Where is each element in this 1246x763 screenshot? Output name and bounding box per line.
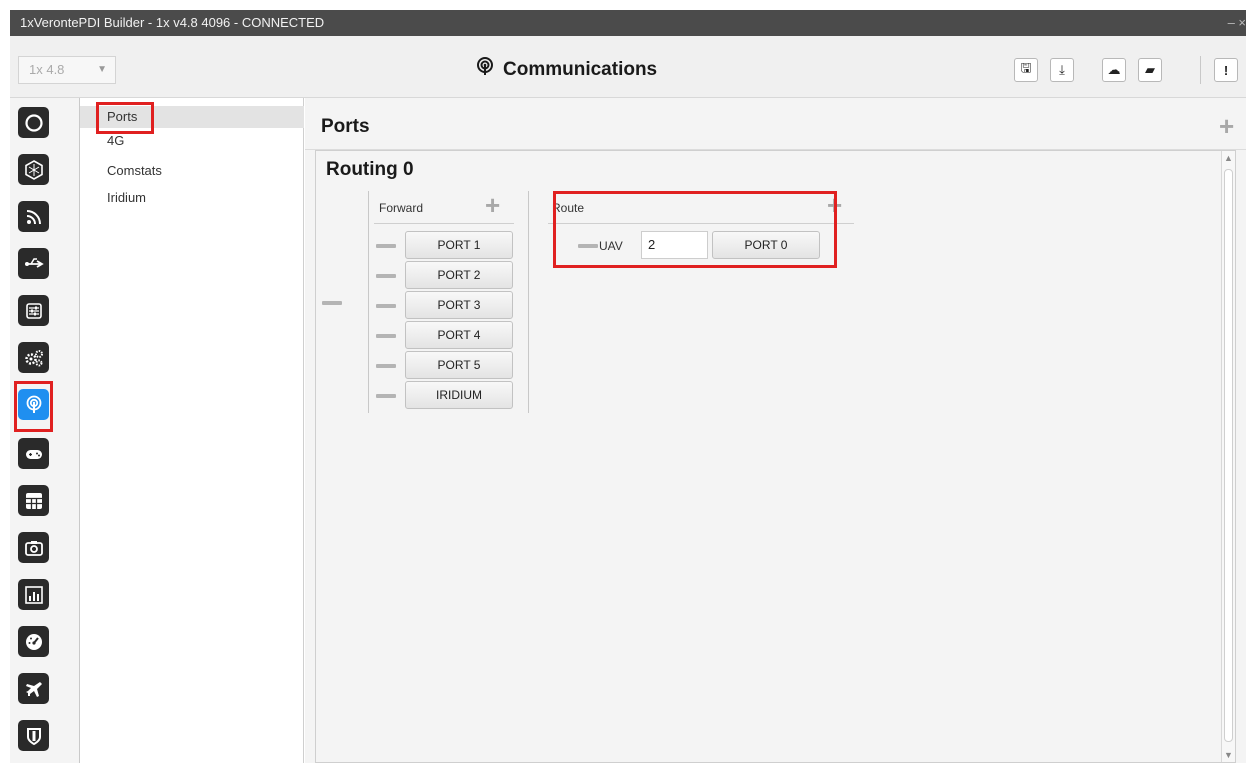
routing-divider — [368, 191, 369, 413]
sidebar-item-chart[interactable] — [18, 579, 49, 610]
sidebar-item-airplane[interactable] — [18, 673, 49, 704]
forward-port-button[interactable]: IRIDIUM — [405, 381, 513, 409]
forward-header-line — [374, 223, 514, 224]
remove-forward-button[interactable] — [376, 364, 396, 368]
download-icon: ⤓ — [1059, 62, 1065, 77]
status-icon — [24, 113, 43, 132]
forward-port-button[interactable]: PORT 5 — [405, 351, 513, 379]
submenu-item-comstats[interactable]: Comstats — [80, 160, 304, 182]
submenu: Ports 4G Comstats Iridium — [80, 98, 304, 763]
forward-port-button[interactable]: PORT 2 — [405, 261, 513, 289]
submenu-item-label: Comstats — [107, 163, 162, 178]
sidebar-item-rss[interactable] — [18, 201, 49, 232]
alert-icon: ! — [1223, 62, 1229, 78]
window-title: 1xVerontePDI Builder - 1x v4.8 4096 - CO… — [20, 15, 325, 30]
window-titlebar: 1xVerontePDI Builder - 1x v4.8 4096 - CO… — [10, 10, 1246, 36]
chart-icon — [24, 585, 43, 604]
chevron-down-icon: ▼ — [97, 64, 107, 75]
scrollbar-thumb[interactable] — [1224, 169, 1233, 742]
hexagon-icon — [24, 159, 43, 180]
gamepad-icon — [25, 449, 42, 459]
sliders-icon — [25, 302, 42, 319]
sidebar-item-shield[interactable] — [18, 720, 49, 751]
vertical-scrollbar[interactable]: ▲ ▼ — [1221, 151, 1235, 762]
toolbar: 1x 4.8 ▼ Communications 🖫 ⤓ ☁ ▰ ! — [10, 36, 1246, 98]
remove-forward-button[interactable] — [376, 334, 396, 338]
add-forward-button[interactable]: + — [485, 192, 500, 218]
cloud-button[interactable]: ☁ — [1102, 58, 1126, 82]
forward-label: Forward — [379, 201, 424, 215]
sidebar-item-camera[interactable] — [18, 532, 49, 563]
antenna-icon — [475, 57, 495, 83]
scroll-up-icon[interactable]: ▲ — [1224, 153, 1233, 163]
forward-port-button[interactable]: PORT 4 — [405, 321, 513, 349]
remove-forward-button[interactable] — [376, 244, 396, 248]
alert-button[interactable]: ! — [1214, 58, 1238, 82]
highlight-communications-icon — [14, 381, 53, 432]
forward-port-button[interactable]: PORT 3 — [405, 291, 513, 319]
submenu-item-iridium[interactable]: Iridium — [80, 187, 304, 209]
remove-forward-button[interactable] — [376, 274, 396, 278]
highlight-route — [553, 191, 837, 268]
version-select-value: 1x 4.8 — [29, 62, 65, 77]
airplane-icon — [25, 681, 42, 697]
remove-forward-button[interactable] — [376, 394, 396, 398]
route-divider — [528, 191, 529, 413]
sidebar-item-sliders[interactable] — [18, 295, 49, 326]
toolbar-divider — [1200, 56, 1201, 84]
main-content: Ports + Routing 0 Forward + PORT 1 PORT … — [305, 98, 1246, 763]
shield-icon — [26, 727, 41, 745]
section-title: Ports — [321, 116, 370, 137]
folder-open-icon: ▰ — [1145, 62, 1155, 77]
speedometer-icon — [25, 633, 42, 650]
submenu-item-label: 4G — [107, 133, 125, 148]
usb-icon — [24, 257, 44, 268]
cloud-icon: ☁ — [1107, 62, 1121, 77]
scroll-down-icon[interactable]: ▼ — [1224, 750, 1233, 760]
sidebar-item-gears[interactable] — [18, 342, 49, 373]
open-folder-button[interactable]: ▰ — [1138, 58, 1162, 82]
keypad-icon — [25, 492, 42, 509]
remove-forward-button[interactable] — [376, 304, 396, 308]
main-header: Ports + — [305, 98, 1246, 150]
window-controls[interactable]: – × — [1228, 10, 1246, 36]
sidebar-item-keypad[interactable] — [18, 485, 49, 516]
routing-title: Routing 0 — [326, 159, 414, 180]
page-title-text: Communications — [503, 59, 658, 80]
sidebar-item-hexagon[interactable] — [18, 154, 49, 185]
sidebar-item-usb[interactable] — [18, 248, 49, 279]
remove-routing-button[interactable] — [322, 301, 342, 305]
version-select[interactable]: 1x 4.8 ▼ — [18, 56, 116, 84]
highlight-ports — [96, 102, 154, 134]
routing-panel: Routing 0 Forward + PORT 1 PORT 2 PORT 3… — [315, 150, 1236, 763]
save-icon: 🖫 — [1020, 60, 1032, 75]
rss-icon — [26, 209, 41, 224]
submenu-item-label: Iridium — [107, 190, 147, 205]
add-port-button[interactable]: + — [1219, 113, 1234, 139]
camera-icon — [24, 540, 43, 556]
sidebar-item-speedometer[interactable] — [18, 626, 49, 657]
sidebar-item-gamepad[interactable] — [18, 438, 49, 469]
gears-icon — [24, 349, 43, 366]
sidebar-rail — [10, 98, 80, 763]
page-title: Communications — [475, 56, 657, 84]
download-button[interactable]: ⤓ — [1050, 58, 1074, 82]
sidebar-item-status[interactable] — [18, 107, 49, 138]
save-button[interactable]: 🖫 — [1014, 58, 1038, 82]
forward-port-button[interactable]: PORT 1 — [405, 231, 513, 259]
